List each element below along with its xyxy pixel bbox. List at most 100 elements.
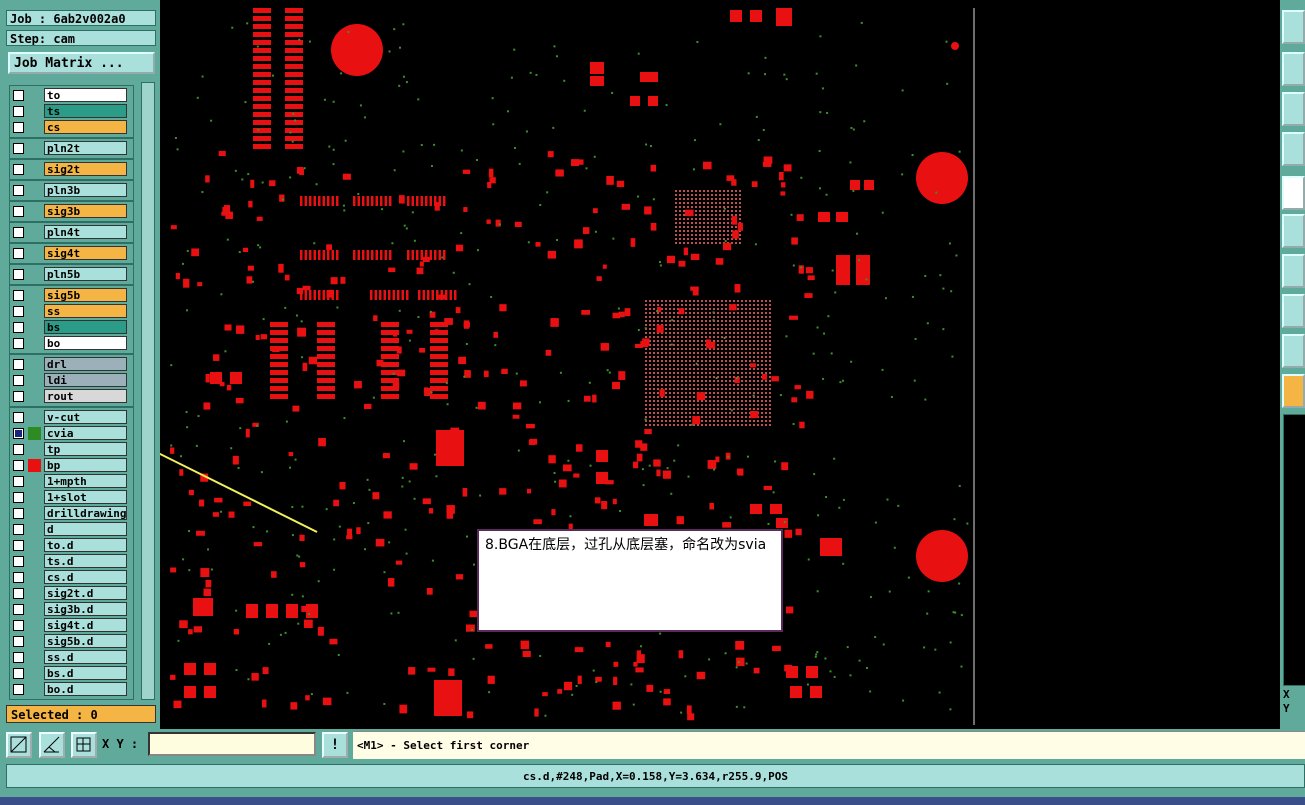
- layer-row[interactable]: sig3b.d: [8, 602, 130, 617]
- layer-name[interactable]: bo: [44, 336, 127, 350]
- layer-row[interactable]: bs.d: [8, 666, 130, 681]
- layer-checkbox[interactable]: [13, 540, 24, 551]
- layer-color-swatch[interactable]: [28, 459, 41, 472]
- layer-checkbox[interactable]: [13, 636, 24, 647]
- layer-checkbox[interactable]: [13, 412, 24, 423]
- layer-checkbox[interactable]: [13, 391, 24, 402]
- layer-row[interactable]: ts.d: [8, 554, 130, 569]
- layer-name[interactable]: pln2t: [44, 141, 127, 155]
- layer-row[interactable]: sig4t: [8, 246, 130, 261]
- layer-name[interactable]: ss: [44, 304, 127, 318]
- layer-row[interactable]: ts: [8, 104, 130, 119]
- layer-checkbox[interactable]: [13, 620, 24, 631]
- zoom-box-icon[interactable]: [1282, 92, 1305, 126]
- layer-row[interactable]: sig2t: [8, 162, 130, 177]
- layer-name[interactable]: bs: [44, 320, 127, 334]
- layer-row[interactable]: 1+mpth: [8, 474, 130, 489]
- layer-checkbox[interactable]: [13, 290, 24, 301]
- layer-name[interactable]: v-cut: [44, 410, 127, 424]
- layer-name[interactable]: sig5b.d: [44, 634, 127, 648]
- layer-name[interactable]: sig3b: [44, 204, 127, 218]
- layer-checkbox[interactable]: [13, 227, 24, 238]
- layer-color-swatch[interactable]: [28, 427, 41, 440]
- layer-name[interactable]: 1+mpth: [44, 474, 127, 488]
- layer-name[interactable]: to.d: [44, 538, 127, 552]
- layer-row[interactable]: sig5b.d: [8, 634, 130, 649]
- zoom-tool-icon[interactable]: [1282, 132, 1305, 166]
- layer-row[interactable]: bo.d: [8, 682, 130, 697]
- layer-name[interactable]: sig3b.d: [44, 602, 127, 616]
- layer-row[interactable]: 1+slot: [8, 490, 130, 505]
- layer-row[interactable]: to.d: [8, 538, 130, 553]
- layer-checkbox[interactable]: [13, 604, 24, 615]
- layer-name[interactable]: sig2t: [44, 162, 127, 176]
- job-matrix-button[interactable]: Job Matrix ...: [8, 52, 155, 74]
- layer-checkbox[interactable]: [13, 524, 24, 535]
- measure-tool-icon[interactable]: [39, 732, 65, 758]
- layer-row[interactable]: bs: [8, 320, 130, 335]
- layer-checkbox[interactable]: [13, 572, 24, 583]
- layer-checkbox[interactable]: [13, 248, 24, 259]
- layer-row[interactable]: ss.d: [8, 650, 130, 665]
- layer-name[interactable]: ss.d: [44, 650, 127, 664]
- layer-checkbox[interactable]: [13, 306, 24, 317]
- connect-icon[interactable]: [1282, 214, 1305, 248]
- layer-checkbox[interactable]: [13, 375, 24, 386]
- layer-name[interactable]: cs: [44, 120, 127, 134]
- layer-name[interactable]: bp: [44, 458, 127, 472]
- layer-checkbox[interactable]: [13, 90, 24, 101]
- layer-row[interactable]: v-cut: [8, 410, 130, 425]
- layer-name[interactable]: bs.d: [44, 666, 127, 680]
- layer-row[interactable]: drl: [8, 357, 130, 372]
- layer-row[interactable]: ldi: [8, 373, 130, 388]
- layer-name[interactable]: pln4t: [44, 225, 127, 239]
- layer-row[interactable]: pln5b: [8, 267, 130, 282]
- layer-checkbox[interactable]: [13, 684, 24, 695]
- grid-icon[interactable]: [71, 732, 97, 758]
- layer-row[interactable]: cs: [8, 120, 130, 135]
- layer-checkbox[interactable]: [13, 143, 24, 154]
- layer-row[interactable]: sig2t.d: [8, 586, 130, 601]
- measure-icon[interactable]: [1282, 254, 1305, 288]
- prompt-button[interactable]: !: [322, 732, 348, 758]
- pan-icon[interactable]: [1282, 52, 1305, 86]
- layer-checkbox[interactable]: [13, 652, 24, 663]
- layer-checkbox[interactable]: [13, 460, 24, 471]
- layer-name[interactable]: sig5b: [44, 288, 127, 302]
- layer-row[interactable]: sig5b: [8, 288, 130, 303]
- layer-row[interactable]: rout: [8, 389, 130, 404]
- layer-row[interactable]: bo: [8, 336, 130, 351]
- layer-checkbox[interactable]: [13, 492, 24, 503]
- layer-checkbox[interactable]: [13, 668, 24, 679]
- layer-name[interactable]: 1+slot: [44, 490, 127, 504]
- layer-row[interactable]: d: [8, 522, 130, 537]
- layer-name[interactable]: bo.d: [44, 682, 127, 696]
- layer-name[interactable]: pln5b: [44, 267, 127, 281]
- layer-list-scrollbar[interactable]: [141, 82, 155, 700]
- zoom-fit-icon[interactable]: [6, 732, 32, 758]
- layer-row[interactable]: bp: [8, 458, 130, 473]
- board-canvas[interactable]: 8.BGA在底层，过孔从底层塞，命名改为svia: [160, 0, 1280, 729]
- layer-name[interactable]: sig4t: [44, 246, 127, 260]
- layer-row[interactable]: sig3b: [8, 204, 130, 219]
- layer-checkbox[interactable]: [13, 164, 24, 175]
- layer-checkbox[interactable]: [13, 588, 24, 599]
- layer-name[interactable]: drilldrawing: [44, 506, 127, 520]
- layer-row[interactable]: tp: [8, 442, 130, 457]
- open-icon[interactable]: [1282, 10, 1305, 44]
- layer-name[interactable]: to: [44, 88, 127, 102]
- layer-row[interactable]: cvia: [8, 426, 130, 441]
- layer-name[interactable]: drl: [44, 357, 127, 371]
- layer-checkbox[interactable]: [13, 444, 24, 455]
- layer-row[interactable]: drilldrawing: [8, 506, 130, 521]
- layer-row[interactable]: pln4t: [8, 225, 130, 240]
- snap-icon[interactable]: [1282, 294, 1305, 328]
- layer-checkbox[interactable]: [13, 185, 24, 196]
- layer-name[interactable]: sig4t.d: [44, 618, 127, 632]
- layer-row[interactable]: ss: [8, 304, 130, 319]
- layer-checkbox[interactable]: [13, 428, 24, 439]
- layer-checkbox[interactable]: [13, 206, 24, 217]
- layer-row[interactable]: cs.d: [8, 570, 130, 585]
- layer-name[interactable]: ts: [44, 104, 127, 118]
- layer-checkbox[interactable]: [13, 556, 24, 567]
